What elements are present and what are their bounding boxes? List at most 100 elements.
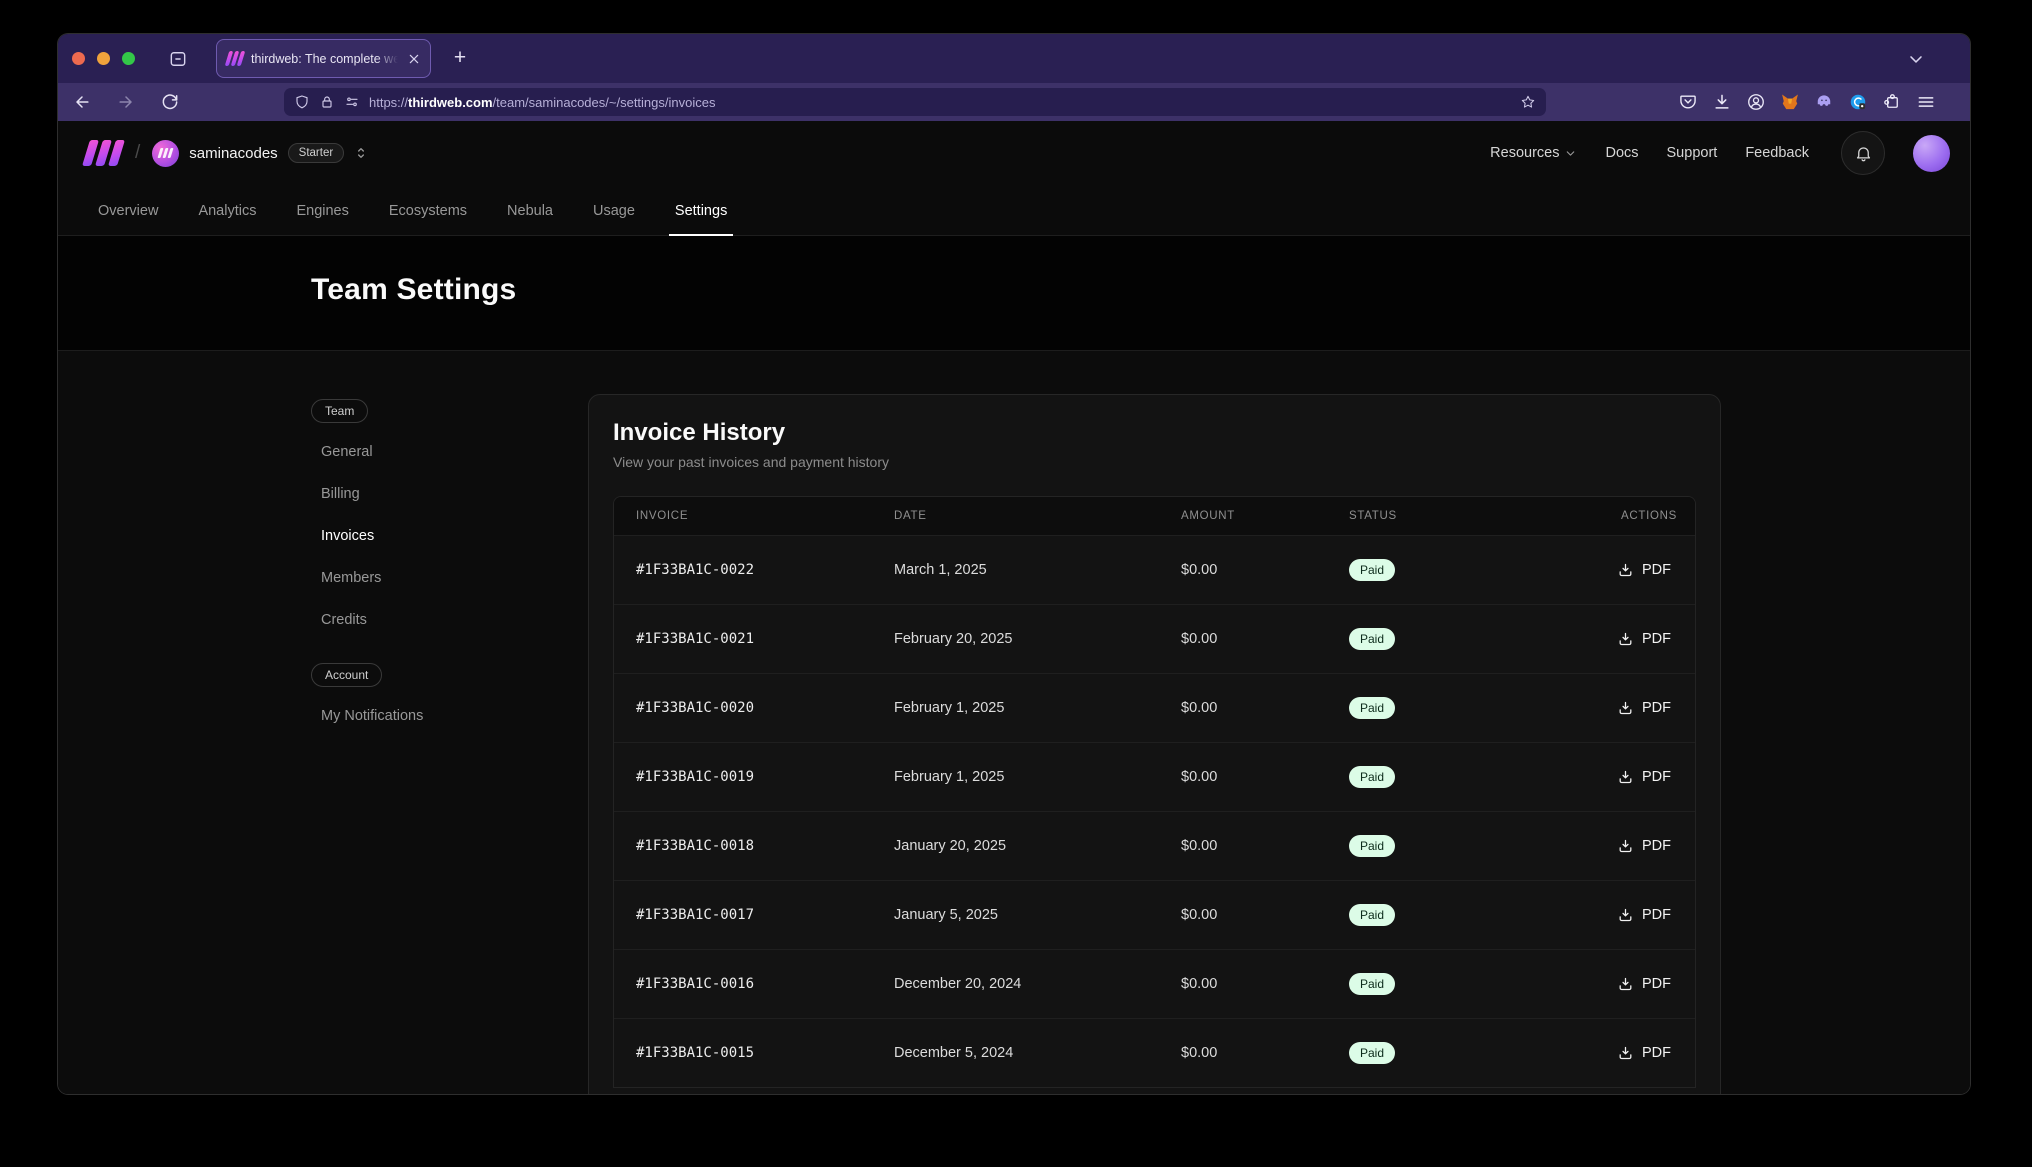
sidebar-item-billing[interactable]: Billing: [311, 473, 546, 515]
download-pdf-button[interactable]: PDF: [1611, 692, 1677, 725]
bell-icon: [1854, 144, 1873, 163]
firefox-window: thirdweb: The complete web3 d + https://…: [57, 33, 1971, 1095]
reload-icon[interactable]: [160, 92, 180, 112]
header-link-support[interactable]: Support: [1667, 145, 1718, 161]
plan-badge: Starter: [288, 143, 345, 163]
invoice-id: #1F33BA1C-0021: [636, 631, 754, 647]
download-pdf-button[interactable]: PDF: [1611, 623, 1677, 656]
pdf-button-label: PDF: [1642, 1045, 1671, 1061]
sidebar-group-team: Team GeneralBillingInvoicesMembersCredits: [311, 399, 546, 641]
status-badge: Paid: [1349, 904, 1395, 926]
status-badge: Paid: [1349, 628, 1395, 650]
macos-traffic-lights: [72, 52, 135, 65]
table-row: #1F33BA1C-0019February 1, 2025$0.00PaidP…: [614, 742, 1695, 811]
sidebar-item-invoices[interactable]: Invoices: [311, 515, 546, 557]
invoice-id: #1F33BA1C-0022: [636, 562, 754, 578]
invoice-id: #1F33BA1C-0016: [636, 976, 754, 992]
forward-icon[interactable]: [116, 92, 136, 112]
tab-overview[interactable]: Overview: [96, 203, 160, 235]
notifications-bell-button[interactable]: [1841, 131, 1885, 175]
user-avatar[interactable]: [1913, 135, 1950, 172]
extensions-puzzle-icon[interactable]: [1882, 92, 1902, 112]
blue-circle-extension-icon[interactable]: [1848, 92, 1868, 112]
breadcrumb-separator: /: [135, 142, 140, 164]
table-row: #1F33BA1C-0022March 1, 2025$0.00PaidPDF: [614, 535, 1695, 604]
https-lock-icon[interactable]: [319, 94, 335, 110]
invoice-date: January 20, 2025: [894, 838, 1006, 854]
download-pdf-button[interactable]: PDF: [1611, 761, 1677, 794]
header-link-docs[interactable]: Docs: [1605, 145, 1638, 161]
site-permissions-icon[interactable]: [344, 94, 360, 110]
team-avatar[interactable]: [152, 140, 179, 167]
invoice-table: INVOICEDATEAMOUNTSTATUSACTIONS #1F33BA1C…: [613, 496, 1696, 1088]
bookmark-star-icon[interactable]: [1520, 94, 1536, 110]
minimize-window-button[interactable]: [97, 52, 110, 65]
invoice-amount: $0.00: [1181, 838, 1217, 854]
tab-engines[interactable]: Engines: [294, 203, 350, 235]
tab-analytics[interactable]: Analytics: [196, 203, 258, 235]
invoice-table-header: INVOICEDATEAMOUNTSTATUSACTIONS: [614, 497, 1695, 535]
table-row: #1F33BA1C-0015December 5, 2024$0.00PaidP…: [614, 1018, 1695, 1087]
close-window-button[interactable]: [72, 52, 85, 65]
sidebar-item-general[interactable]: General: [311, 431, 546, 473]
header-link-resources[interactable]: Resources: [1490, 145, 1577, 161]
column-header-amount: AMOUNT: [1181, 510, 1349, 522]
firefox-view-icon[interactable]: [168, 49, 188, 69]
download-icon: [1617, 631, 1634, 648]
phantom-extension-icon[interactable]: [1814, 92, 1834, 112]
invoice-date: February 1, 2025: [894, 769, 1004, 785]
back-icon[interactable]: [72, 92, 92, 112]
pdf-button-label: PDF: [1642, 562, 1671, 578]
sidebar-group-label-account: Account: [311, 663, 382, 687]
tab-usage[interactable]: Usage: [591, 203, 637, 235]
download-icon: [1617, 1045, 1634, 1062]
invoice-date: February 1, 2025: [894, 700, 1004, 716]
download-pdf-button[interactable]: PDF: [1611, 1037, 1677, 1070]
browser-tab-strip: thirdweb: The complete web3 d +: [58, 34, 1970, 83]
header-link-feedback[interactable]: Feedback: [1745, 145, 1809, 161]
downloads-icon[interactable]: [1712, 92, 1732, 112]
download-pdf-button[interactable]: PDF: [1611, 554, 1677, 587]
invoice-amount: $0.00: [1181, 562, 1217, 578]
browser-tab-active[interactable]: thirdweb: The complete web3 d: [216, 39, 431, 78]
download-pdf-button[interactable]: PDF: [1611, 899, 1677, 932]
download-icon: [1617, 769, 1634, 786]
status-badge: Paid: [1349, 1042, 1395, 1064]
invoice-date: January 5, 2025: [894, 907, 998, 923]
zoom-window-button[interactable]: [122, 52, 135, 65]
account-icon[interactable]: [1746, 92, 1766, 112]
download-pdf-button[interactable]: PDF: [1611, 830, 1677, 863]
sidebar-group-label-team: Team: [311, 399, 368, 423]
sidebar-item-credits[interactable]: Credits: [311, 599, 546, 641]
thirdweb-logo[interactable]: [86, 140, 121, 166]
column-header-status: STATUS: [1349, 510, 1545, 522]
invoice-amount: $0.00: [1181, 769, 1217, 785]
tab-nebula[interactable]: Nebula: [505, 203, 555, 235]
tab-settings[interactable]: Settings: [673, 203, 729, 235]
status-badge: Paid: [1349, 973, 1395, 995]
new-tab-button[interactable]: +: [448, 46, 472, 70]
pdf-button-label: PDF: [1642, 838, 1671, 854]
column-header-invoice: INVOICE: [614, 510, 894, 522]
tab-ecosystems[interactable]: Ecosystems: [387, 203, 469, 235]
invoice-history-card: Invoice History View your past invoices …: [588, 394, 1721, 1095]
pocket-icon[interactable]: [1678, 92, 1698, 112]
url-bar[interactable]: https://thirdweb.com/team/saminacodes/~/…: [284, 88, 1546, 116]
close-tab-icon[interactable]: [406, 51, 422, 67]
table-row: #1F33BA1C-0017January 5, 2025$0.00PaidPD…: [614, 880, 1695, 949]
menu-hamburger-icon[interactable]: [1916, 92, 1936, 112]
invoice-id: #1F33BA1C-0017: [636, 907, 754, 923]
list-all-tabs-icon[interactable]: [1906, 49, 1926, 69]
team-name[interactable]: saminacodes: [189, 145, 277, 162]
download-icon: [1617, 700, 1634, 717]
thirdweb-favicon: [227, 51, 243, 66]
sidebar-item-my-notifications[interactable]: My Notifications: [311, 695, 546, 737]
invoice-table-body: #1F33BA1C-0022March 1, 2025$0.00PaidPDF#…: [614, 535, 1695, 1087]
download-icon: [1617, 838, 1634, 855]
sidebar-item-members[interactable]: Members: [311, 557, 546, 599]
team-switcher-icon[interactable]: [353, 145, 369, 161]
tracking-protection-shield-icon[interactable]: [294, 94, 310, 110]
page-title-band: Team Settings: [58, 236, 1970, 351]
download-pdf-button[interactable]: PDF: [1611, 968, 1677, 1001]
metamask-extension-icon[interactable]: [1780, 92, 1800, 112]
